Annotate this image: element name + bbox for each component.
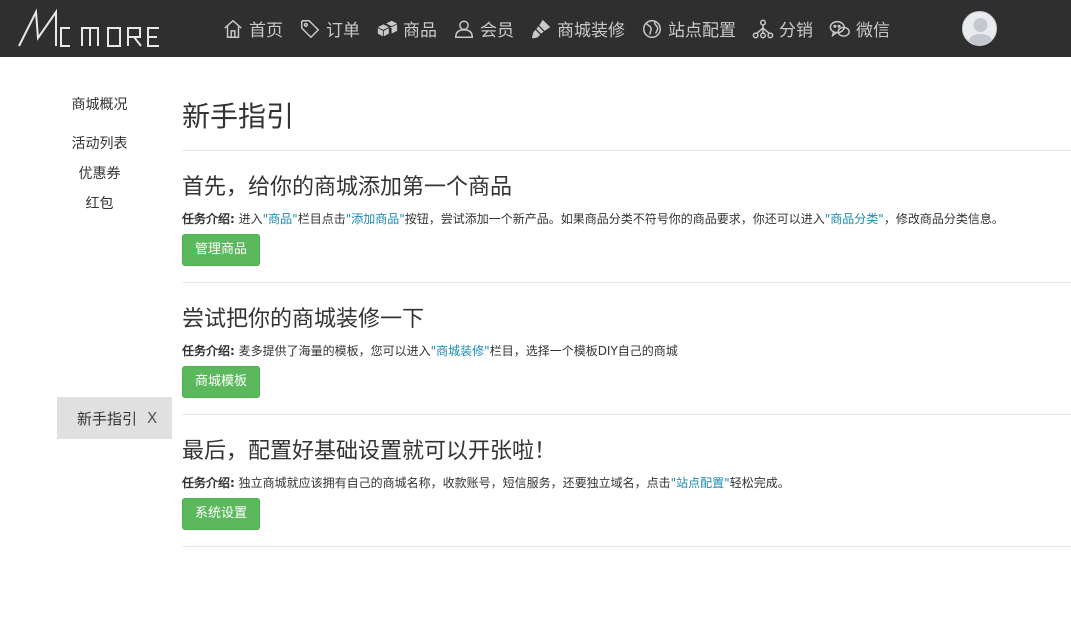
- guide-section-settings: 最后，配置好基础设置就可以开张啦！ 任务介绍: 独立商城就应该拥有自己的商城名称…: [182, 433, 1071, 530]
- home-icon: [224, 19, 242, 38]
- main-nav: 首页 订单 商品 会员 商城装修 站点配置 分销 微信: [222, 0, 906, 57]
- link-store-decoration[interactable]: "商城装修": [431, 344, 490, 358]
- sidebar-item-red-packets[interactable]: 红包: [57, 193, 142, 213]
- nav-decoration[interactable]: 商城装修: [530, 0, 625, 57]
- section-description: 任务介绍: 进入"商品"栏目点击"添加商品"按钮，尝试添加一个新产品。如果商品分…: [182, 210, 1071, 227]
- divider: [182, 546, 1071, 547]
- desc-text: 按钮，尝试添加一个新产品。如果商品分类不符号你的商品要求，你还可以进入: [404, 212, 825, 226]
- section-description: 任务介绍: 麦多提供了海量的模板，您可以进入"商城装修"栏目，选择一个模板DIY…: [182, 342, 1071, 359]
- link-products[interactable]: "商品": [263, 212, 298, 226]
- page-title: 新手指引: [182, 100, 295, 133]
- nav-members[interactable]: 会员: [453, 0, 514, 57]
- desc-text: ，修改商品分类信息。: [883, 212, 1004, 226]
- nav-site-config[interactable]: 站点配置: [641, 0, 736, 57]
- desc-text: 轻松完成。: [729, 476, 790, 490]
- user-avatar[interactable]: [962, 11, 997, 46]
- desc-text: 进入: [234, 212, 263, 226]
- nav-home[interactable]: 首页: [222, 0, 283, 57]
- globe-icon: [643, 19, 661, 38]
- guide-tab-close-button[interactable]: X: [147, 409, 157, 427]
- brush-icon: [531, 19, 551, 38]
- divider: [182, 150, 1071, 151]
- desc-text: 栏目，选择一个模板DIY自己的商城: [489, 344, 678, 358]
- desc-text: 独立商城就应该拥有自己的商城名称，收款账号，短信服务，还要独立域名，点击: [234, 476, 671, 490]
- nav-label: 微信: [856, 21, 890, 41]
- divider: [182, 414, 1071, 415]
- guide-tab[interactable]: 新手指引 X: [57, 397, 172, 439]
- brand-logo[interactable]: [16, 8, 181, 50]
- guide-section-products: 首先，给你的商城添加第一个商品 任务介绍: 进入"商品"栏目点击"添加商品"按钮…: [182, 169, 1071, 266]
- sidebar-item-activities[interactable]: 活动列表: [57, 133, 142, 153]
- tag-icon: [301, 19, 320, 38]
- nav-label: 会员: [480, 21, 514, 41]
- user-icon: [455, 19, 473, 38]
- section-title: 首先，给你的商城添加第一个商品: [182, 175, 513, 200]
- top-navbar: 首页 订单 商品 会员 商城装修 站点配置 分销 微信: [0, 0, 1071, 57]
- section-description: 任务介绍: 独立商城就应该拥有自己的商城名称，收款账号，短信服务，还要独立域名，…: [182, 474, 1071, 491]
- store-templates-button[interactable]: 商城模板: [182, 366, 261, 398]
- divider: [182, 282, 1071, 283]
- link-product-category[interactable]: "商品分类": [825, 212, 884, 226]
- nav-label: 订单: [326, 21, 360, 41]
- system-settings-button[interactable]: 系统设置: [182, 498, 261, 530]
- manage-products-button[interactable]: 管理商品: [182, 234, 261, 266]
- sidebar-item-overview[interactable]: 商城概况: [57, 94, 142, 114]
- nav-label: 商品: [403, 21, 437, 41]
- nav-orders[interactable]: 订单: [299, 0, 360, 57]
- guide-section-decoration: 尝试把你的商城装修一下 任务介绍: 麦多提供了海量的模板，您可以进入"商城装修"…: [182, 301, 1071, 398]
- desc-label: 任务介绍:: [182, 344, 235, 358]
- section-title: 尝试把你的商城装修一下: [182, 307, 425, 332]
- nav-products[interactable]: 商品: [376, 0, 437, 57]
- nav-distribution[interactable]: 分销: [752, 0, 813, 57]
- section-title: 最后，配置好基础设置就可以开张啦！: [182, 439, 557, 464]
- nav-wechat[interactable]: 微信: [829, 0, 890, 57]
- network-icon: [752, 19, 774, 38]
- wechat-icon: [829, 20, 850, 37]
- desc-label: 任务介绍:: [182, 476, 235, 490]
- nav-label: 商城装修: [557, 21, 625, 41]
- sidebar-item-coupons[interactable]: 优惠券: [57, 163, 142, 183]
- desc-text: 栏目点击: [297, 212, 346, 226]
- link-site-config[interactable]: "站点配置": [671, 476, 730, 490]
- link-add-product[interactable]: "添加商品": [346, 212, 405, 226]
- boxes-icon: [377, 20, 398, 36]
- nav-label: 站点配置: [668, 21, 736, 41]
- guide-tab-label: 新手指引: [77, 409, 138, 428]
- desc-label: 任务介绍:: [182, 212, 235, 226]
- nav-label: 分销: [779, 21, 813, 41]
- nav-label: 首页: [249, 21, 283, 41]
- desc-text: 麦多提供了海量的模板，您可以进入: [234, 344, 431, 358]
